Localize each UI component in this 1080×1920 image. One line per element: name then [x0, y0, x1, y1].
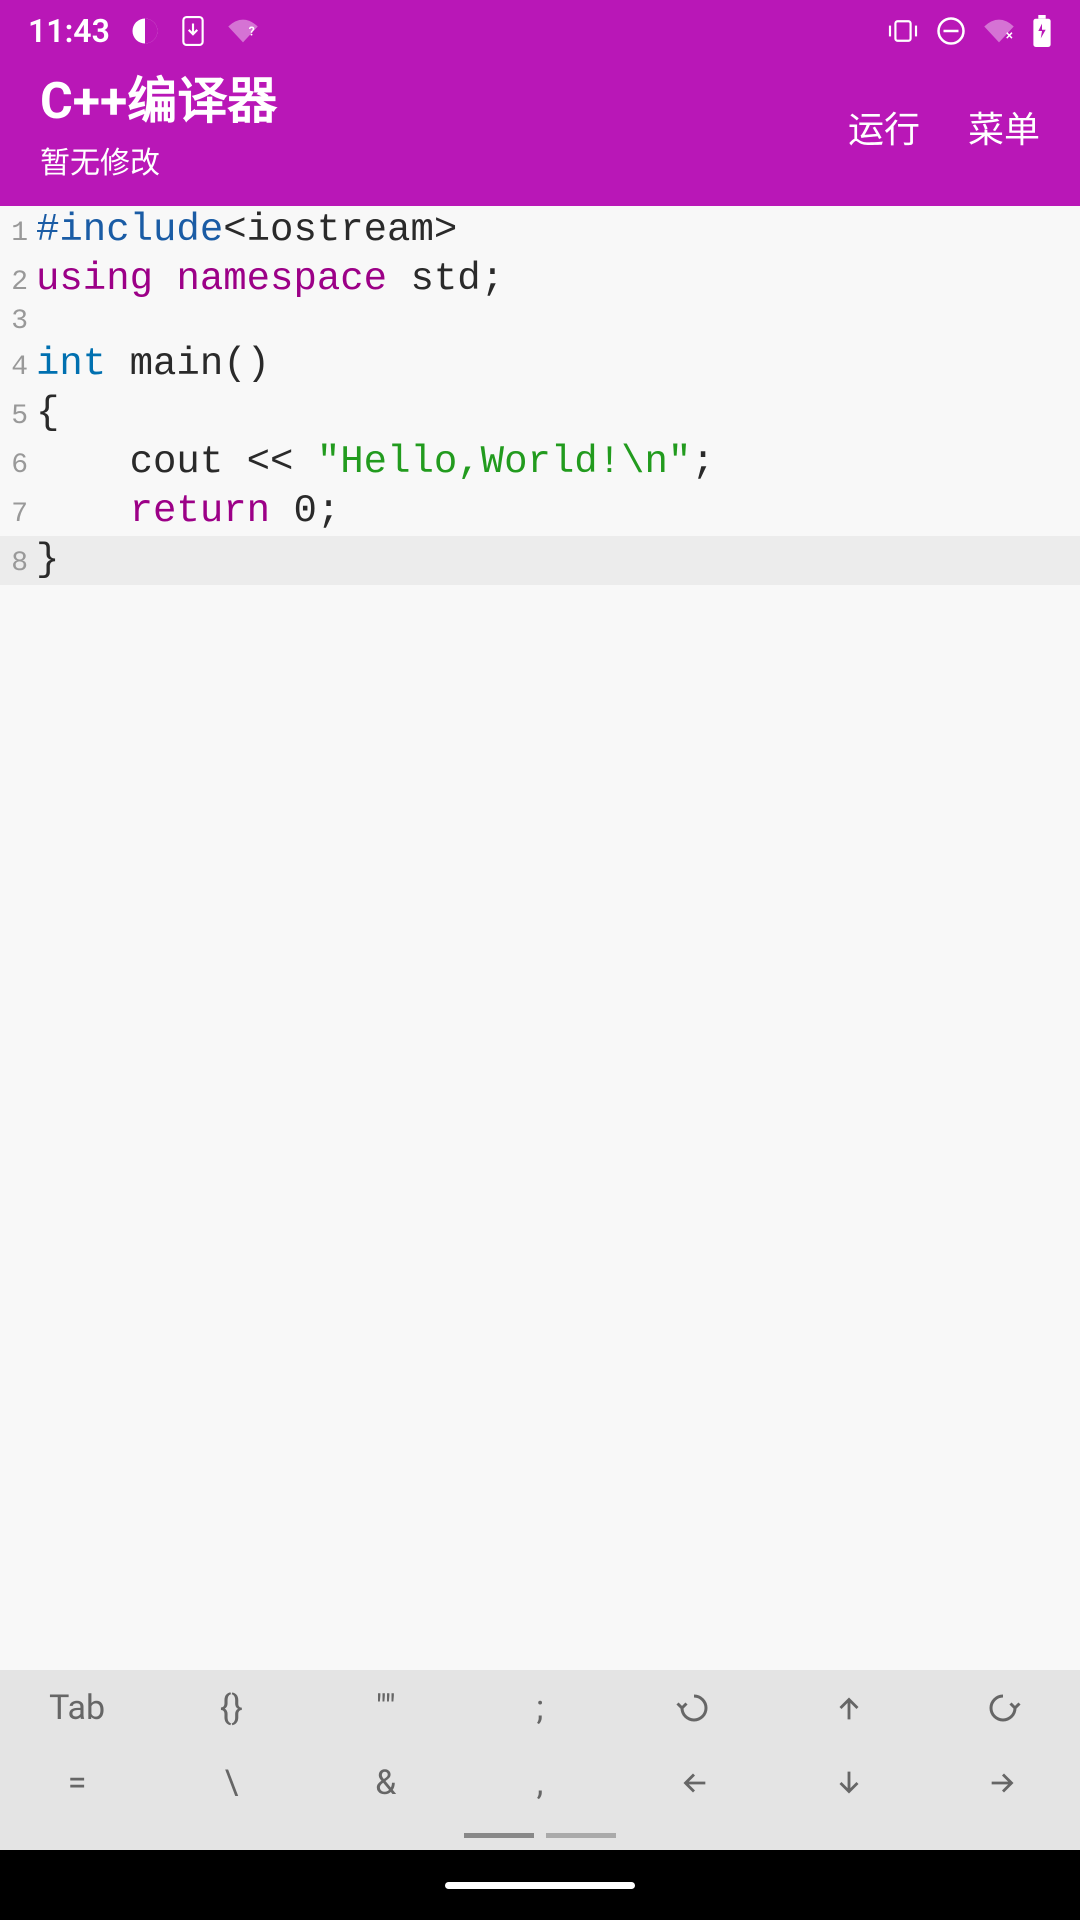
do-not-disturb-icon [936, 16, 966, 46]
code-line[interactable]: 3 [0, 304, 1080, 339]
status-right: × [886, 15, 1052, 47]
left-icon [677, 1766, 711, 1800]
app-title: C++编译器 [40, 72, 277, 132]
up-key[interactable] [771, 1670, 925, 1745]
line-number: 8 [0, 546, 36, 581]
toolbar-row-1: Tab{}""; [0, 1670, 1080, 1745]
code-line[interactable]: 1#include<iostream> [0, 206, 1080, 255]
key-sym[interactable]: = [0, 1745, 154, 1820]
key-sym[interactable]: & [309, 1745, 463, 1820]
code-line[interactable]: 2using namespace std; [0, 255, 1080, 304]
code-line[interactable]: 7 return 0; [0, 487, 1080, 536]
up-icon [832, 1691, 866, 1725]
run-button[interactable]: 运行 [848, 101, 920, 153]
moon-icon [130, 16, 160, 46]
nav-bar [0, 1850, 1080, 1920]
code-line[interactable]: 4int main() [0, 340, 1080, 389]
wifi-question-icon: ? [226, 17, 260, 45]
line-number: 5 [0, 399, 36, 434]
status-bar: 11:43 ? × [0, 0, 1080, 62]
status-left: 11:43 ? [28, 12, 260, 50]
line-number: 3 [0, 304, 36, 339]
bottom-toolbar: Tab{}""; =\&, [0, 1670, 1080, 1850]
header-titles: C++编译器 暂无修改 [40, 72, 277, 182]
right-key[interactable] [926, 1745, 1080, 1820]
key-symsym[interactable]: {} [154, 1670, 308, 1745]
header-actions: 运行 菜单 [848, 101, 1040, 153]
battery-icon [1032, 15, 1052, 47]
code-content: } [36, 536, 1080, 585]
wifi-error-icon: × [982, 17, 1016, 45]
vibrate-icon [886, 18, 920, 44]
app-subtitle: 暂无修改 [40, 138, 277, 182]
toolbar-row-2: =\&, [0, 1745, 1080, 1820]
code-content: { [36, 389, 1080, 438]
indicator-page-2[interactable] [546, 1833, 616, 1838]
code-line[interactable]: 6 cout << "Hello,World!\n"; [0, 438, 1080, 487]
code-content: #include<iostream> [36, 206, 1080, 255]
key-sym[interactable]: \ [154, 1745, 308, 1820]
status-time: 11:43 [28, 12, 110, 50]
down-icon [832, 1766, 866, 1800]
code-line[interactable]: 5{ [0, 389, 1080, 438]
undo-icon [676, 1690, 712, 1726]
redo-key[interactable] [926, 1670, 1080, 1745]
app-header: C++编译器 暂无修改 运行 菜单 [0, 62, 1080, 206]
code-content: int main() [36, 340, 1080, 389]
download-icon [180, 16, 206, 46]
redo-icon [985, 1690, 1021, 1726]
right-icon [986, 1766, 1020, 1800]
line-number: 7 [0, 497, 36, 532]
toolbar-page-indicator [0, 1820, 1080, 1850]
key-sym[interactable]: , [463, 1745, 617, 1820]
svg-text:×: × [1006, 28, 1013, 44]
key-Tab[interactable]: Tab [0, 1670, 154, 1745]
code-line[interactable]: 8} [0, 536, 1080, 585]
line-number: 4 [0, 350, 36, 385]
down-key[interactable] [771, 1745, 925, 1820]
line-number: 6 [0, 448, 36, 483]
line-number: 1 [0, 216, 36, 251]
undo-key[interactable] [617, 1670, 771, 1745]
left-key[interactable] [617, 1745, 771, 1820]
menu-button[interactable]: 菜单 [968, 101, 1040, 153]
nav-home-pill[interactable] [445, 1882, 635, 1889]
indicator-page-1[interactable] [464, 1833, 534, 1838]
key-sym[interactable]: ; [463, 1670, 617, 1745]
code-content: cout << "Hello,World!\n"; [36, 438, 1080, 487]
svg-text:?: ? [249, 25, 255, 40]
code-content: using namespace std; [36, 255, 1080, 304]
key-symsym[interactable]: "" [309, 1670, 463, 1745]
line-number: 2 [0, 265, 36, 300]
code-content: return 0; [36, 487, 1080, 536]
code-editor[interactable]: 1#include<iostream>2using namespace std;… [0, 206, 1080, 1670]
